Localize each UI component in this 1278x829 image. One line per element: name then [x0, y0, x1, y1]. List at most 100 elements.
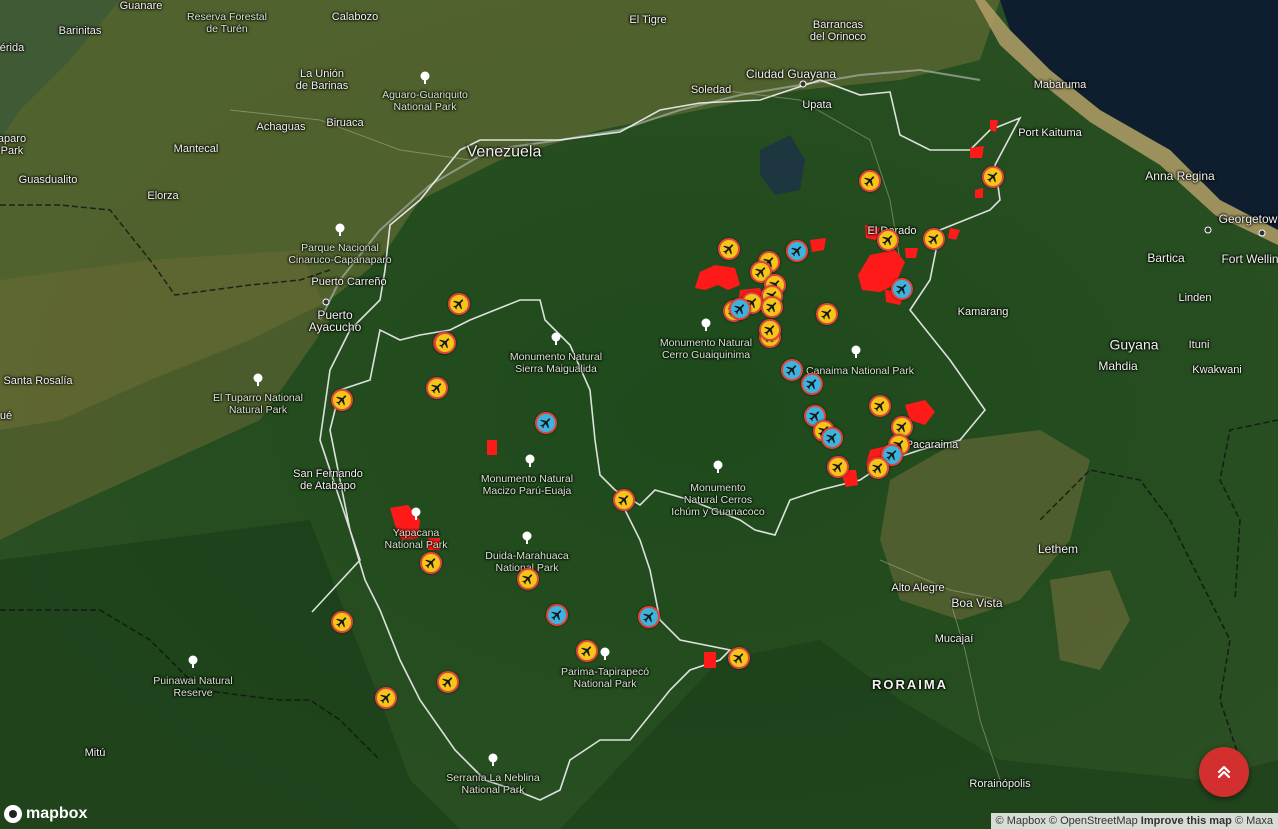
airplane-icon [886, 450, 897, 461]
airstrip-marker-yellow[interactable] [434, 332, 456, 354]
place-label: Pacaraima [905, 439, 959, 451]
place-label: Guasdualito [18, 174, 78, 186]
fire-polygon [810, 238, 826, 252]
place-label: Mahdia [1098, 359, 1138, 373]
attribution-osm-link[interactable]: © OpenStreetMap [1049, 815, 1138, 827]
place-label: San Fernando de Atabapo [293, 468, 363, 492]
tree-icon [188, 655, 198, 668]
airplane-icon [832, 462, 843, 473]
airplane-icon [723, 244, 734, 255]
place-label: Alto Alegre [891, 582, 945, 594]
fire-polygon [905, 248, 918, 258]
double-chevron-up-icon [1217, 765, 1231, 779]
airplane-icon [766, 302, 777, 313]
airstrip-marker-blue[interactable] [786, 240, 808, 262]
place-label: Achaguas [256, 121, 306, 133]
airstrip-marker-yellow[interactable] [331, 611, 353, 633]
airstrip-marker-yellow[interactable] [761, 296, 783, 318]
airplane-icon [864, 176, 875, 187]
tree-icon [525, 454, 535, 467]
airplane-icon [734, 304, 745, 315]
airstrip-marker-yellow[interactable] [827, 456, 849, 478]
place-label: Upata [802, 99, 832, 111]
airplane-icon [618, 495, 629, 506]
airplane-icon [336, 395, 347, 406]
place-label: Lethem [1037, 542, 1079, 556]
satellite-basemap [0, 0, 1278, 829]
tree-icon [701, 318, 711, 331]
airstrip-marker-yellow[interactable] [437, 671, 459, 693]
place-label: Fort Wellin [1221, 252, 1278, 266]
attribution-mapbox-link[interactable]: © Mapbox [996, 815, 1046, 827]
airstrip-marker-yellow[interactable] [982, 166, 1004, 188]
place-label: Guanare [119, 0, 163, 12]
fire-polygon [704, 652, 716, 668]
park-label: Puinawai Natural Reserve [153, 675, 233, 699]
airplane-icon [786, 365, 797, 376]
tree-icon [253, 373, 263, 386]
airstrip-marker-blue[interactable] [546, 604, 568, 626]
airplane-icon [821, 309, 832, 320]
city-dot [1258, 229, 1266, 237]
city-dot [1204, 226, 1212, 234]
airstrip-marker-yellow[interactable] [923, 228, 945, 250]
improve-map-link[interactable]: Improve this map [1141, 815, 1232, 827]
airstrip-marker-yellow[interactable] [718, 238, 740, 260]
mapbox-logo-icon [4, 805, 22, 823]
airstrip-marker-yellow[interactable] [816, 303, 838, 325]
park-label: Monumento Natural Sierra Maigualida [509, 351, 603, 375]
airplane-icon [439, 338, 450, 349]
place-label: Elorza [147, 190, 179, 202]
place-label: Kamarang [957, 306, 1009, 318]
airstrip-marker-blue[interactable] [821, 427, 843, 449]
attribution-maxar-link[interactable]: © Maxa [1235, 815, 1273, 827]
airplane-icon [896, 422, 907, 433]
place-label: Barrancas del Orinoco [809, 19, 867, 43]
airplane-icon [643, 612, 654, 623]
place-label: ué [0, 410, 13, 422]
place-label: Mantecal [173, 143, 219, 155]
airplane-icon [791, 246, 802, 257]
airplane-icon [336, 617, 347, 628]
airstrip-marker-yellow[interactable] [448, 293, 470, 315]
airstrip-marker-yellow[interactable] [759, 319, 781, 341]
place-label: Georgetow [1218, 212, 1278, 226]
place-label: Linden [1178, 292, 1212, 304]
tree-icon [335, 223, 345, 236]
airplane-icon [882, 235, 893, 246]
place-label: Rorainópolis [969, 778, 1031, 790]
tree-icon [551, 332, 561, 345]
airstrip-marker-blue[interactable] [535, 412, 557, 434]
airstrip-marker-yellow[interactable] [613, 489, 635, 511]
country-label: Venezuela [466, 143, 542, 161]
airstrip-marker-yellow[interactable] [375, 687, 397, 709]
airstrip-marker-yellow[interactable] [859, 170, 881, 192]
airplane-icon [874, 401, 885, 412]
airstrip-marker-blue[interactable] [801, 373, 823, 395]
airstrip-marker-blue[interactable] [729, 298, 751, 320]
airstrip-marker-blue[interactable] [781, 359, 803, 381]
airstrip-marker-yellow[interactable] [426, 377, 448, 399]
mapbox-logo[interactable]: mapbox [4, 805, 87, 823]
airstrip-marker-yellow[interactable] [728, 647, 750, 669]
airstrip-marker-yellow[interactable] [420, 552, 442, 574]
airstrip-marker-blue[interactable] [638, 606, 660, 628]
scroll-up-button[interactable] [1199, 747, 1249, 797]
airstrip-marker-yellow[interactable] [877, 229, 899, 251]
attribution: © Mapbox © OpenStreetMap Improve this ma… [990, 813, 1278, 829]
place-label: aparo Park [0, 133, 27, 157]
airstrip-marker-yellow[interactable] [517, 568, 539, 590]
airstrip-marker-yellow[interactable] [867, 457, 889, 479]
airplane-icon [806, 379, 817, 390]
park-label: Serranía La Neblina National Park [446, 772, 540, 796]
airstrip-marker-yellow[interactable] [331, 389, 353, 411]
airstrip-marker-blue[interactable] [891, 278, 913, 300]
place-label: Barinitas [58, 25, 102, 37]
airplane-icon [522, 574, 533, 585]
airstrip-marker-yellow[interactable] [576, 640, 598, 662]
place-label: Port Kaituma [1018, 127, 1082, 139]
place-label: Ituni [1188, 339, 1210, 351]
airstrip-marker-yellow[interactable] [869, 395, 891, 417]
map-canvas[interactable]: Guanare Barinitas Reserva Forestal de Tu… [0, 0, 1278, 829]
place-label: Mabaruma [1033, 79, 1087, 91]
